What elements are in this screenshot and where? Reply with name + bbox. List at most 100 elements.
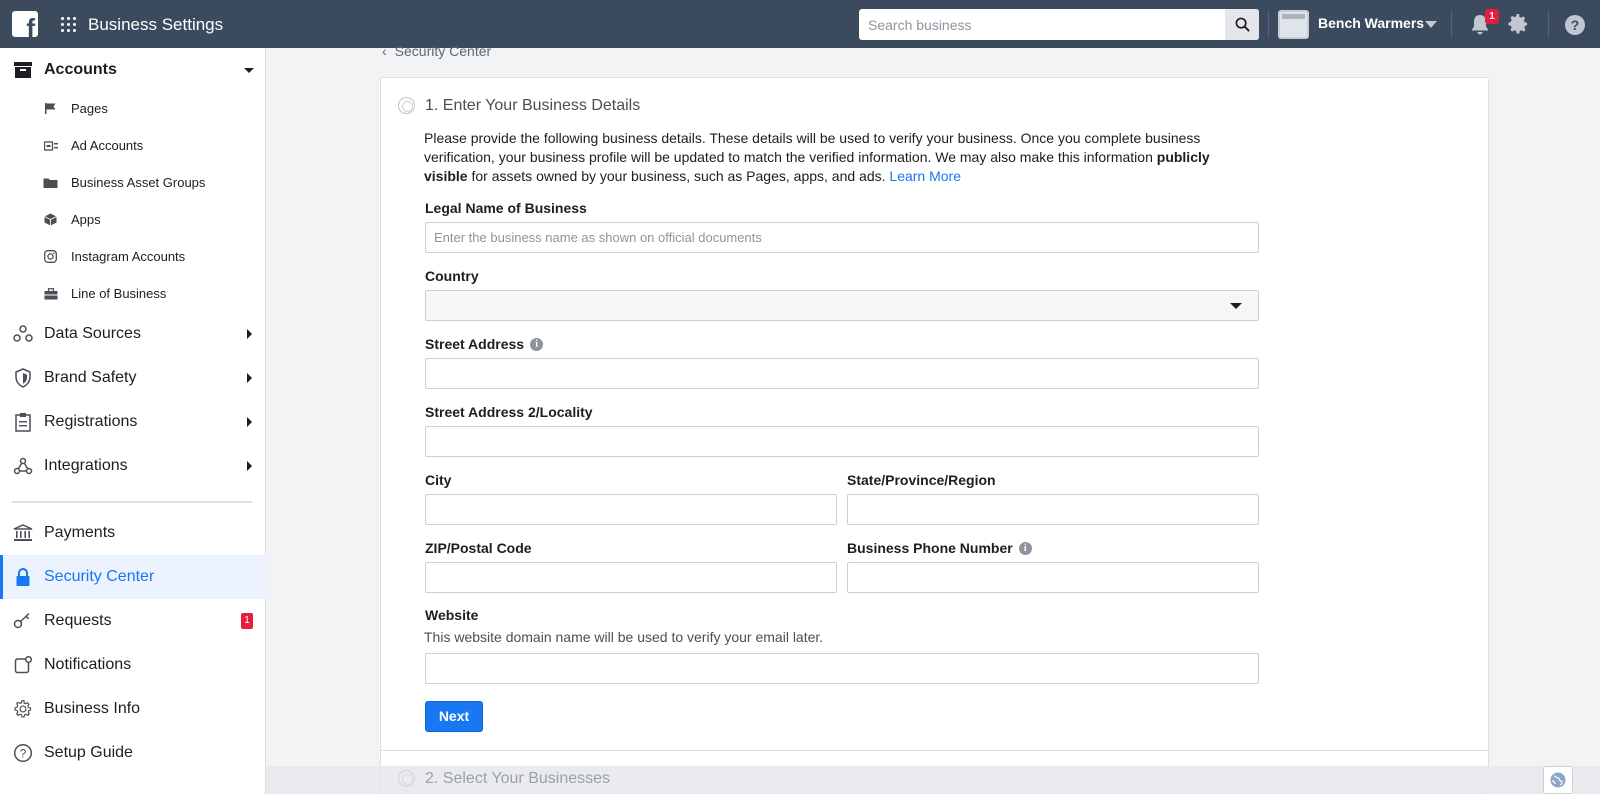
ad-account-icon [43, 138, 58, 153]
clipboard-icon [12, 411, 34, 433]
top-bar: f Business Settings Bench Warmers 1 ? [0, 0, 1600, 48]
legal-name-input[interactable] [426, 223, 1258, 252]
sidebar-item-line-of-business[interactable]: Line of Business [0, 275, 266, 312]
street-address-input[interactable] [426, 359, 1258, 388]
search-input[interactable] [859, 9, 1219, 40]
divider [1548, 10, 1549, 38]
phone-label: Business Phone Number i [847, 540, 1032, 556]
sidebar-item-setup-guide[interactable]: ? Setup Guide [0, 731, 266, 775]
chevron-right-icon [247, 329, 252, 339]
shield-icon [12, 367, 34, 389]
sidebar-section-registrations[interactable]: Registrations [0, 400, 266, 444]
apps-grid-icon[interactable] [61, 17, 76, 32]
chevron-down-icon [1230, 303, 1242, 309]
info-icon[interactable]: i [530, 337, 544, 351]
sidebar-item-label: Notifications [44, 656, 132, 673]
street-address-2-input[interactable] [426, 427, 1258, 456]
step1-radio[interactable] [398, 97, 415, 114]
language-button[interactable] [1543, 766, 1573, 794]
sidebar-item-label: Security Center [44, 568, 155, 585]
search-box [859, 9, 1259, 40]
bank-icon [12, 522, 34, 544]
sidebar: Accounts Pages Ad Accounts Business Asse… [0, 48, 266, 794]
country-label: Country [425, 268, 479, 284]
legal-name-field [425, 222, 1259, 253]
integrations-icon [12, 455, 34, 477]
state-input[interactable] [848, 495, 1258, 524]
chevron-right-icon [247, 461, 252, 471]
website-input[interactable] [426, 654, 1258, 683]
question-icon: ? [12, 742, 34, 764]
help-icon[interactable]: ? [1565, 15, 1585, 35]
business-name[interactable]: Bench Warmers [1318, 15, 1424, 31]
legal-name-label: Legal Name of Business [425, 200, 587, 216]
street-address-label: Street Address i [425, 336, 544, 352]
globe-icon [1550, 772, 1566, 788]
website-help-text: This website domain name will be used to… [424, 629, 824, 645]
chevron-down-icon[interactable] [1425, 21, 1437, 28]
sidebar-section-label: Data Sources [44, 325, 141, 342]
sidebar-item-label: Pages [71, 101, 108, 116]
city-label: City [425, 472, 452, 488]
step2-title: 2. Select Your Businesses [425, 770, 611, 787]
phone-input[interactable] [848, 563, 1258, 592]
sidebar-section-data-sources[interactable]: Data Sources [0, 312, 266, 356]
sidebar-item-label: Ad Accounts [71, 138, 144, 153]
gear-icon [12, 698, 34, 720]
flag-icon [43, 101, 58, 116]
step1-description: Please provide the following business de… [424, 130, 1210, 184]
breadcrumb-label: Security Center [394, 43, 492, 59]
website-field [425, 653, 1259, 684]
step-divider [380, 750, 1489, 751]
sidebar-item-label: Setup Guide [44, 744, 133, 761]
state-label: State/Province/Region [847, 472, 996, 488]
sidebar-item-label: Instagram Accounts [71, 249, 186, 264]
sidebar-section-label: Registrations [44, 413, 138, 430]
search-icon [1235, 17, 1250, 32]
street-address-2-field [425, 426, 1259, 457]
divider [1451, 10, 1452, 38]
next-button[interactable]: Next [425, 701, 483, 732]
sidebar-item-label: Requests [44, 612, 112, 629]
sidebar-item-label: Business Info [44, 700, 141, 717]
chevron-down-icon [244, 67, 254, 73]
sidebar-section-label: Integrations [44, 457, 128, 474]
sidebar-item-business-info[interactable]: Business Info [0, 687, 266, 731]
sidebar-divider [12, 501, 252, 503]
gear-icon[interactable] [1506, 12, 1530, 36]
city-input[interactable] [426, 495, 836, 524]
breadcrumb[interactable]: ‹ Security Center [382, 43, 491, 59]
sidebar-item-requests[interactable]: Requests 1 [0, 599, 266, 643]
sidebar-item-ad-accounts[interactable]: Ad Accounts [0, 127, 266, 164]
sidebar-item-apps[interactable]: Apps [0, 201, 266, 238]
chevron-left-icon: ‹ [382, 43, 387, 59]
sidebar-item-payments[interactable]: Payments [0, 511, 266, 555]
city-field [425, 494, 837, 525]
sidebar-item-business-asset-groups[interactable]: Business Asset Groups [0, 164, 266, 201]
chevron-right-icon [247, 417, 252, 427]
chevron-right-icon [247, 373, 252, 383]
zip-field [425, 562, 837, 593]
sidebar-section-accounts[interactable]: Accounts [0, 50, 266, 90]
lock-icon [12, 566, 34, 588]
country-select[interactable] [425, 290, 1259, 321]
sidebar-section-label: Brand Safety [44, 369, 137, 386]
sidebar-item-notifications[interactable]: Notifications [0, 643, 266, 687]
step2-radio[interactable] [398, 770, 415, 787]
sidebar-section-integrations[interactable]: Integrations [0, 444, 266, 488]
search-button[interactable] [1225, 9, 1259, 40]
app-title: Business Settings [88, 15, 224, 34]
info-icon[interactable]: i [1018, 541, 1032, 555]
sidebar-item-security-center[interactable]: Security Center [0, 555, 266, 599]
sidebar-section-brand-safety[interactable]: Brand Safety [0, 356, 266, 400]
zip-input[interactable] [426, 563, 836, 592]
phone-field [847, 562, 1259, 593]
learn-more-link[interactable]: Learn More [889, 168, 961, 184]
folder-icon [43, 175, 58, 190]
business-avatar[interactable] [1278, 10, 1309, 39]
street-address-2-label: Street Address 2/Locality [425, 404, 593, 420]
sidebar-item-instagram-accounts[interactable]: Instagram Accounts [0, 238, 266, 275]
facebook-logo-icon[interactable]: f [12, 11, 38, 37]
sidebar-item-label: Apps [71, 212, 101, 227]
sidebar-item-pages[interactable]: Pages [0, 90, 266, 127]
